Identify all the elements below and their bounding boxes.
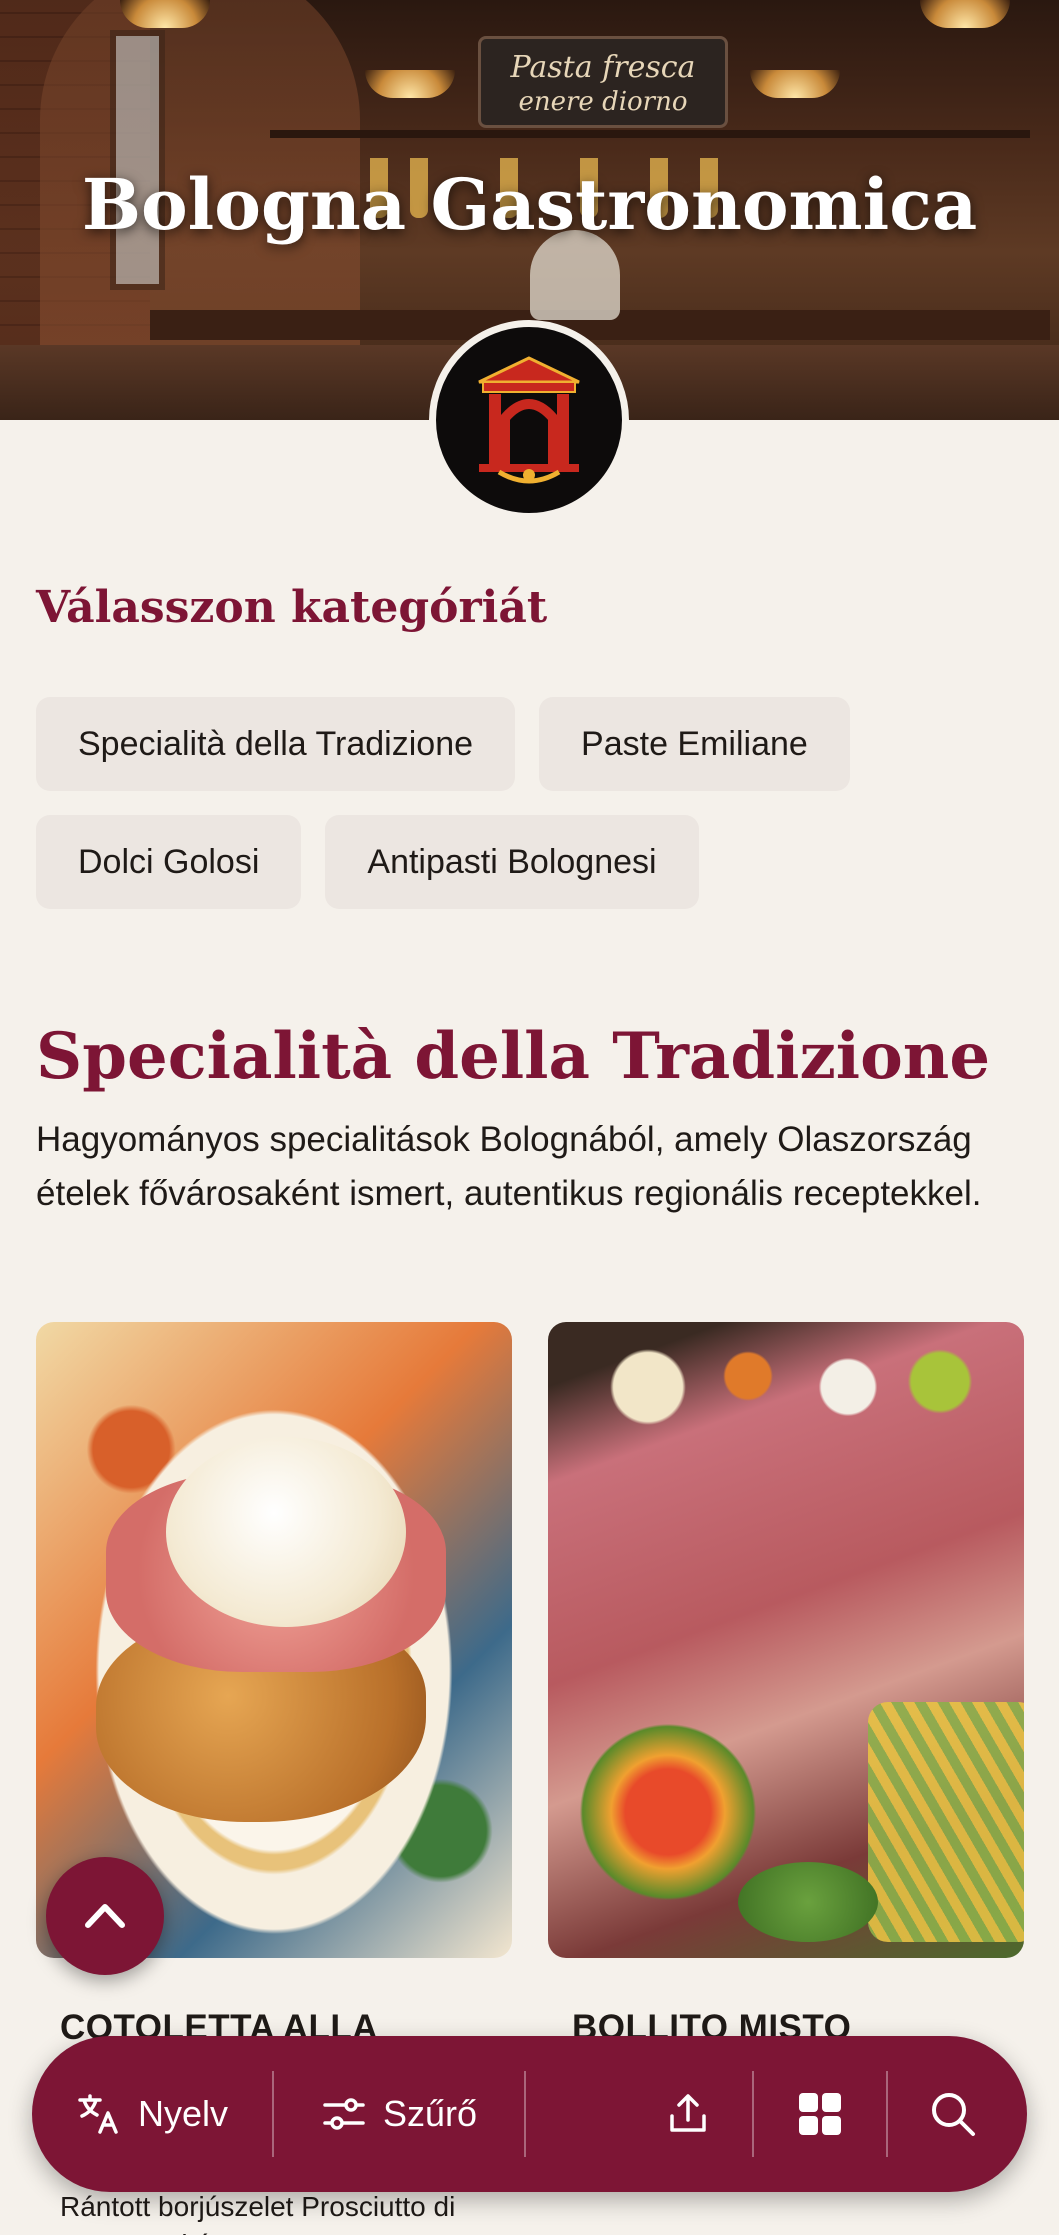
category-chips: Specialità della Tradizione Paste Emilia… — [36, 697, 1026, 909]
share-button[interactable] — [526, 2036, 752, 2192]
category-chip[interactable]: Antipasti Bolognesi — [325, 815, 699, 909]
asparagus-shape — [868, 1702, 1024, 1942]
sign-line-1: Pasta fresca — [510, 50, 696, 85]
broccoli-shape — [738, 1862, 878, 1942]
window-decoration — [110, 30, 165, 290]
chevron-up-icon — [85, 1904, 125, 1928]
grid-icon — [799, 2093, 841, 2135]
dish-card-image[interactable] — [548, 1322, 1024, 1958]
scroll-to-top-button[interactable] — [46, 1857, 164, 1975]
page-title: Bologna Gastronomica — [81, 163, 978, 246]
lamp-decoration — [120, 0, 210, 28]
filter-label: Szűrő — [382, 2093, 478, 2134]
category-chip[interactable]: Paste Emiliane — [539, 697, 850, 791]
lamp-decoration — [920, 0, 1010, 28]
tomato-shape — [578, 1702, 758, 1922]
pasta-fresca-sign: Pasta fresca enere diorno — [478, 36, 728, 128]
dish-card-description: Rántott borjúszelet Prosciutto di Parma-… — [60, 2191, 456, 2235]
bottom-toolbar: Nyelv Szűrő — [32, 2036, 1027, 2192]
section-title: Specialità della Tradizione — [36, 1019, 991, 1094]
category-chip[interactable]: Specialità della Tradizione — [36, 697, 516, 791]
portico-logo-icon — [478, 356, 580, 484]
grid-view-button[interactable] — [754, 2036, 886, 2192]
cheese-shape — [166, 1437, 406, 1627]
language-label: Nyelv — [137, 2093, 229, 2134]
category-heading: Válasszon kategóriát — [36, 582, 548, 633]
language-button[interactable]: Nyelv — [32, 2036, 272, 2192]
search-button[interactable] — [888, 2036, 1018, 2192]
search-icon — [932, 2093, 975, 2136]
category-chip[interactable]: Dolci Golosi — [36, 815, 302, 909]
restaurant-logo — [429, 320, 629, 520]
lamp-decoration — [365, 70, 455, 98]
bowls-shape — [588, 1332, 988, 1442]
translate-icon — [78, 2094, 118, 2134]
lamp-decoration — [750, 70, 840, 98]
filter-button[interactable]: Szűrő — [274, 2036, 524, 2192]
sliders-icon — [323, 2098, 365, 2130]
share-upload-icon — [670, 2094, 706, 2132]
shelf-decoration — [270, 130, 1030, 138]
sign-line-2: enere diorno — [518, 87, 688, 117]
section-description: Hagyományos specialitások Bolognából, am… — [36, 1120, 982, 1213]
